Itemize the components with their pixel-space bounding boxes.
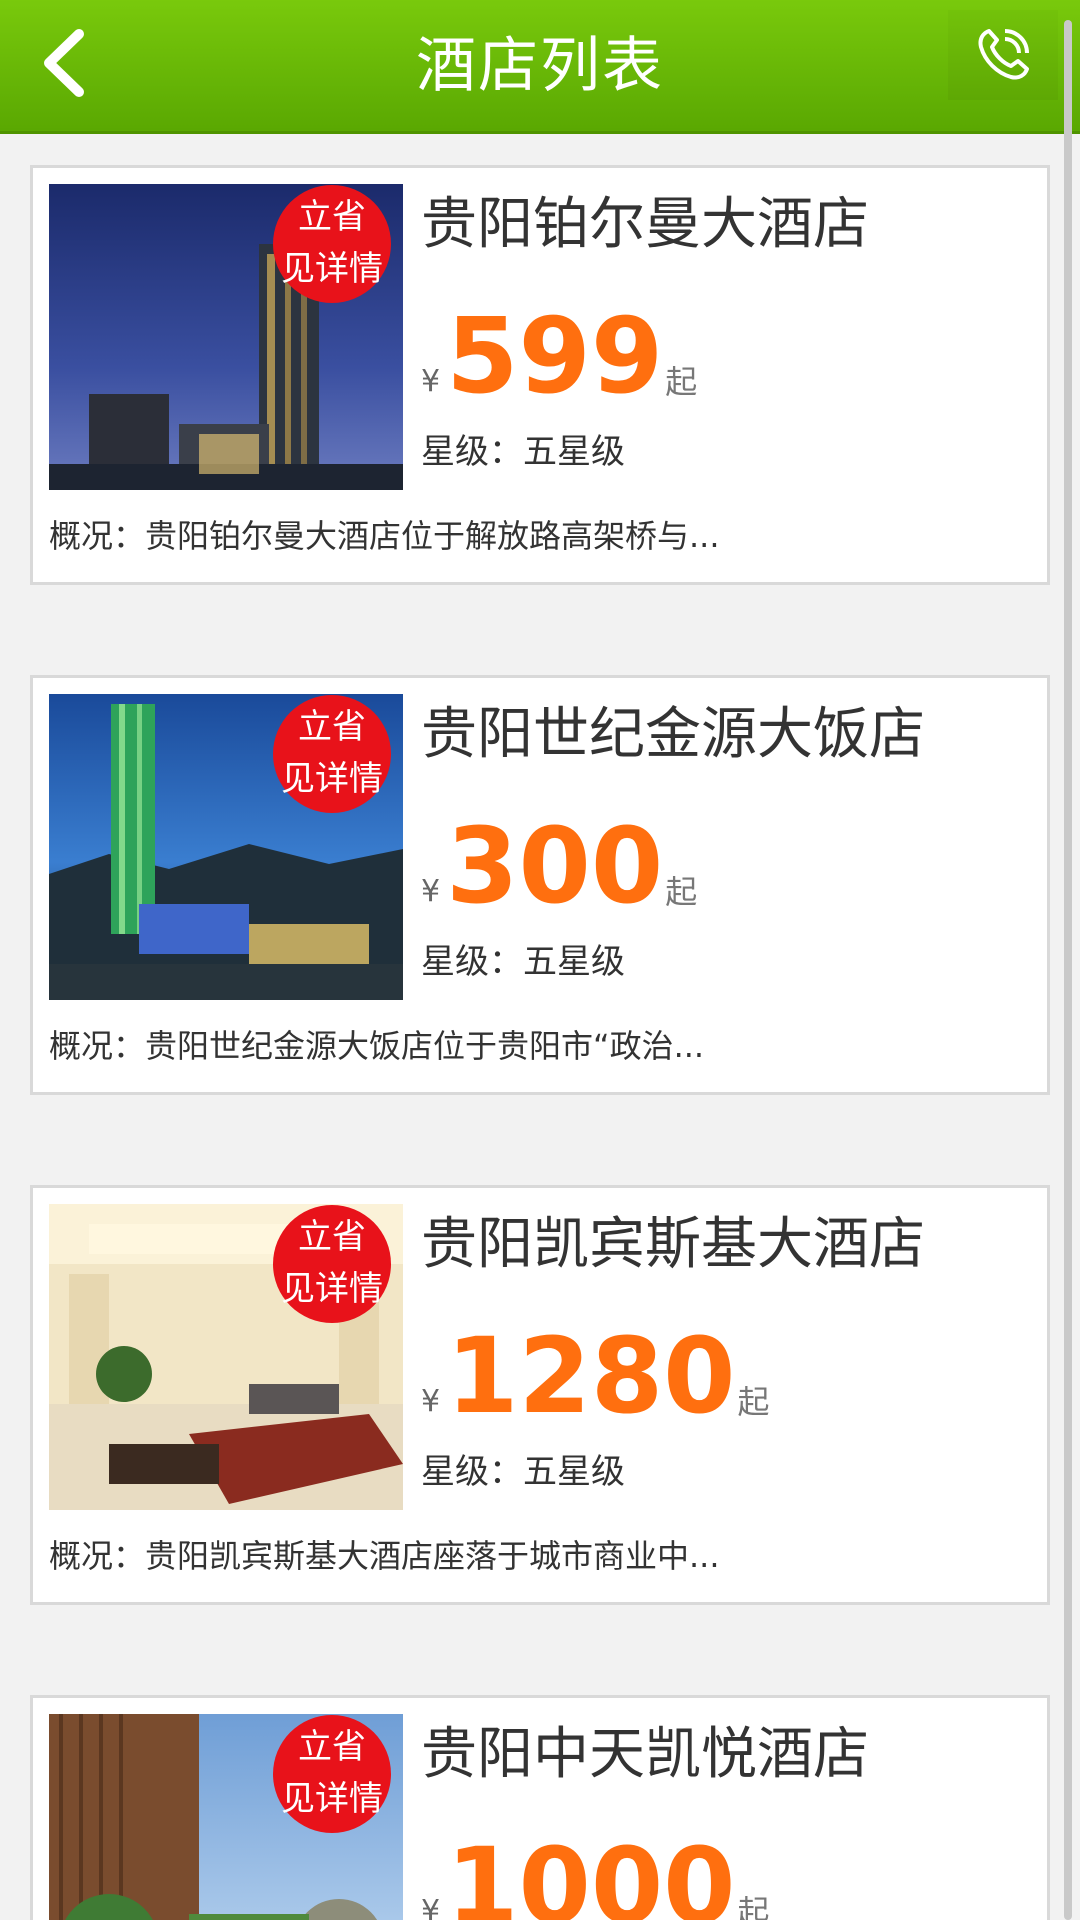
hotel-summary: 概况：贵阳世纪金源大饭店位于贵阳市“政治... (49, 1027, 705, 1065)
badge-line1: 立省 (298, 1217, 366, 1257)
hotel-card[interactable]: 立省 见详情 贵阳凯宾斯基大酒店 ¥ 1280 起 星级：五星级 概况：贵阳凯宾… (30, 1185, 1050, 1605)
hotel-card[interactable]: 立省 见详情 贵阳世纪金源大饭店 ¥ 300 起 星级：五星级 概况：贵阳世纪金… (30, 675, 1050, 1095)
price-row: ¥ 1280 起 (421, 1318, 770, 1428)
page-title: 酒店列表 (416, 31, 664, 101)
badge-line1: 立省 (298, 1727, 366, 1767)
app-screen: 立省 见详情 贵阳铂尔曼大酒店 ¥ 599 起 星级：五星级 概况：贵阳铂尔曼大… (0, 0, 1080, 1920)
badge-line2: 见详情 (281, 1269, 383, 1309)
promo-badge[interactable]: 立省 见详情 (273, 695, 391, 813)
hotel-summary: 概况：贵阳铂尔曼大酒店位于解放路高架桥与... (49, 517, 720, 555)
price-value: 1000 (446, 1825, 736, 1920)
badge-line2: 见详情 (281, 1779, 383, 1819)
call-button[interactable] (948, 10, 1058, 100)
back-button[interactable] (20, 18, 110, 108)
promo-badge[interactable]: 立省 见详情 (273, 1715, 391, 1833)
star-rating: 星级：五星级 (421, 1452, 625, 1492)
price-value: 1280 (446, 1315, 736, 1437)
price-suffix: 起 (665, 873, 698, 911)
price-value: 599 (446, 295, 664, 417)
currency-symbol: ¥ (421, 1384, 441, 1419)
badge-line1: 立省 (298, 707, 366, 747)
hotel-name[interactable]: 贵阳世纪金源大饭店 (421, 700, 925, 770)
chevron-left-icon (44, 29, 84, 97)
price-suffix: 起 (665, 363, 698, 401)
currency-symbol: ¥ (421, 874, 441, 909)
price-row: ¥ 599 起 (421, 298, 697, 408)
price-suffix: 起 (737, 1383, 770, 1421)
hotel-card[interactable]: 立省 见详情 贵阳铂尔曼大酒店 ¥ 599 起 星级：五星级 概况：贵阳铂尔曼大… (30, 165, 1050, 585)
star-rating: 星级：五星级 (421, 942, 625, 982)
scrollbar[interactable] (1064, 20, 1072, 1920)
promo-badge[interactable]: 立省 见详情 (273, 1205, 391, 1323)
promo-badge[interactable]: 立省 见详情 (273, 185, 391, 303)
price-suffix: 起 (737, 1893, 770, 1920)
price-row: ¥ 300 起 (421, 808, 697, 918)
price-value: 300 (446, 805, 664, 927)
price-row: ¥ 1000 起 (421, 1828, 770, 1920)
top-app-bar: 酒店列表 (0, 0, 1080, 134)
star-rating: 星级：五星级 (421, 432, 625, 472)
hotel-name[interactable]: 贵阳凯宾斯基大酒店 (421, 1210, 925, 1280)
hotel-summary: 概况：贵阳凯宾斯基大酒店座落于城市商业中... (49, 1537, 720, 1575)
badge-line2: 见详情 (281, 249, 383, 289)
hotel-name[interactable]: 贵阳中天凯悦酒店 (421, 1720, 869, 1790)
currency-symbol: ¥ (421, 1894, 441, 1920)
hotel-card[interactable]: 立省 见详情 贵阳中天凯悦酒店 ¥ 1000 起 (30, 1695, 1050, 1920)
badge-line2: 见详情 (281, 759, 383, 799)
currency-symbol: ¥ (421, 364, 441, 399)
phone-icon (978, 29, 1029, 80)
hotel-name[interactable]: 贵阳铂尔曼大酒店 (421, 190, 869, 260)
badge-line1: 立省 (298, 197, 366, 237)
